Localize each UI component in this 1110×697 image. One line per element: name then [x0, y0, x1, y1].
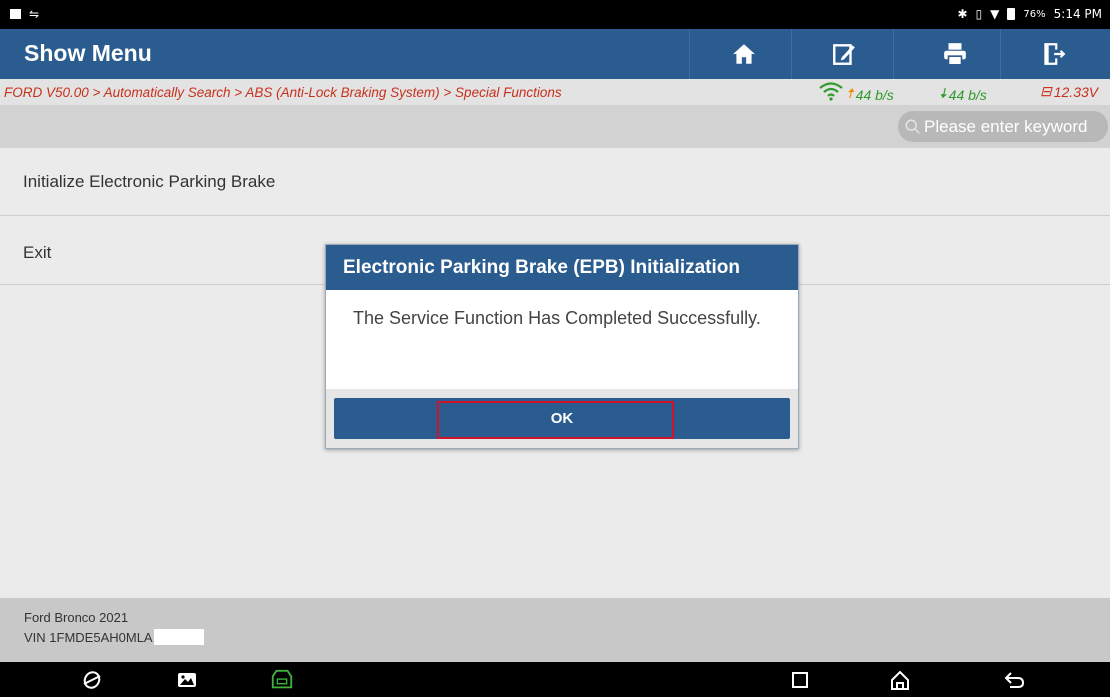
android-nav-bar: [0, 662, 1110, 697]
toolbar-divider: [791, 29, 792, 79]
edit-report-icon: [833, 44, 855, 65]
ok-button[interactable]: OK: [334, 398, 790, 439]
battery-voltage: ⊟ 12.33V: [1040, 83, 1098, 100]
wifi-signal-icon: [818, 81, 844, 106]
home-button[interactable]: [721, 34, 767, 74]
vehicle-battery-icon: ⊟: [1040, 83, 1052, 99]
search-input[interactable]: Please enter keyword: [898, 111, 1108, 142]
upload-rate-value: 44 b/s: [855, 87, 894, 103]
print-icon: [944, 43, 966, 66]
vin-row: VIN 1FMDE5AH0MLA: [24, 629, 204, 645]
search-row: Please enter keyword: [0, 105, 1110, 148]
menu-item-initialize-epb[interactable]: Initialize Electronic Parking Brake: [0, 148, 1110, 216]
vehicle-name: Ford Bronco 2021: [24, 610, 129, 625]
voltage-value: 12.33V: [1053, 83, 1099, 100]
download-rate: 🠇 44 b/s: [939, 83, 987, 107]
back-button[interactable]: [1002, 668, 1026, 692]
toolbar-divider: [689, 29, 690, 79]
vin-redaction: [153, 629, 204, 645]
gallery-icon: [178, 673, 196, 687]
toolbar-divider: [893, 29, 894, 79]
breadcrumb: FORD V50.00 > Automatically Search > ABS…: [4, 85, 562, 100]
recents-icon: [792, 672, 808, 688]
back-icon: [1004, 672, 1025, 688]
vibrate-icon: ▯: [975, 7, 983, 21]
android-home-icon: [891, 670, 909, 690]
status-left: ⇋: [10, 7, 39, 21]
upload-arrow-icon: 🠅: [846, 85, 854, 101]
breadcrumb-bar: FORD V50.00 > Automatically Search > ABS…: [0, 79, 1110, 105]
download-rate-value: 44 b/s: [948, 87, 987, 103]
clock: 5:14 PM: [1053, 7, 1102, 21]
upload-rate: 🠅 44 b/s: [846, 83, 894, 107]
recents-button[interactable]: [788, 668, 812, 692]
title-bar: Show Menu: [0, 29, 1110, 79]
browser-button[interactable]: [80, 668, 104, 692]
gallery-button[interactable]: [175, 668, 199, 692]
home-icon: [733, 44, 755, 64]
exit-button[interactable]: [1030, 34, 1076, 74]
toolbar-divider: [1000, 29, 1001, 79]
status-right: ✱ ▯ ▼ 76% 5:14 PM: [958, 7, 1103, 21]
epb-result-dialog: Electronic Parking Brake (EPB) Initializ…: [325, 244, 799, 449]
battery-icon: [1007, 8, 1016, 20]
search-placeholder: Please enter keyword: [924, 116, 1088, 136]
bluetooth-icon: ✱: [957, 7, 968, 21]
print-button[interactable]: [932, 34, 978, 74]
search-icon: [905, 119, 920, 134]
wifi-icon: ▼: [990, 7, 1000, 21]
home-nav-button[interactable]: [888, 668, 912, 692]
browser-icon: [83, 671, 101, 689]
dialog-message: The Service Function Has Completed Succe…: [353, 308, 761, 328]
battery-percent: 76%: [1023, 8, 1046, 20]
vci-button[interactable]: [270, 668, 294, 692]
usb-icon: ⇋: [29, 7, 40, 21]
exit-icon: [1044, 43, 1066, 65]
dialog-footer: OK: [326, 389, 798, 448]
vci-icon: [271, 669, 293, 689]
edit-report-button[interactable]: [821, 34, 867, 74]
vehicle-info-footer: Ford Bronco 2021 VIN 1FMDE5AH0MLA: [0, 598, 1110, 662]
page-title: Show Menu: [24, 40, 152, 66]
vin-number: VIN 1FMDE5AH0MLA: [24, 629, 153, 645]
status-bar: ⇋ ✱ ▯ ▼ 76% 5:14 PM: [0, 0, 1110, 29]
download-arrow-icon: 🠇: [939, 85, 947, 101]
dialog-title: Electronic Parking Brake (EPB) Initializ…: [326, 245, 798, 290]
gallery-notification-icon: [10, 9, 21, 19]
